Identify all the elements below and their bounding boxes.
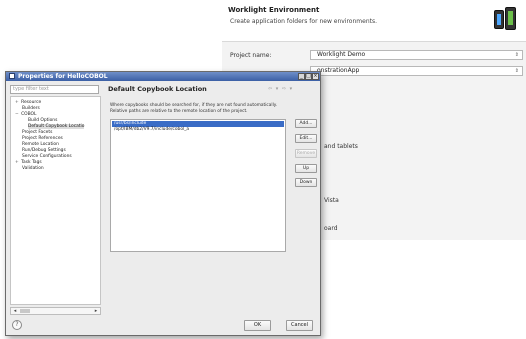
- option-fragment-tablets: and tablets: [324, 143, 358, 150]
- close-button[interactable]: ×: [312, 73, 319, 80]
- down-button[interactable]: Down: [295, 178, 317, 187]
- chevron-down-icon: ⇕: [514, 68, 519, 74]
- cancel-button[interactable]: Cancel: [286, 320, 313, 331]
- tree-item-label: Project References: [22, 136, 63, 141]
- tree-item-builders[interactable]: Builders: [22, 106, 40, 111]
- tree-item-label: Project Facets: [22, 130, 53, 135]
- expand-icon[interactable]: +: [15, 100, 19, 105]
- tree-item-default-copybook-location[interactable]: Default Copybook Locatio: [28, 124, 85, 129]
- tree-item-label: Task Tags: [21, 160, 42, 165]
- minimize-button[interactable]: _: [298, 73, 305, 80]
- window-icon: [9, 73, 15, 79]
- scroll-right-icon[interactable]: ▸: [92, 308, 100, 314]
- page-title: Default Copybook Location: [108, 85, 207, 93]
- tree-item-remote-location[interactable]: Remote Location: [22, 142, 59, 147]
- tree-item-service-configurations[interactable]: Service Configurations: [22, 154, 72, 159]
- collapse-icon[interactable]: −: [15, 112, 19, 117]
- filter-input[interactable]: type filter text: [10, 85, 99, 94]
- copybook-paths-list: /usr/bs/include /opt/IBM/db2/V9.7/includ…: [110, 119, 286, 252]
- properties-dialog: Properties for HelloCOBOL _ □ × type fil…: [5, 71, 321, 336]
- wizard-subtitle: Create application folders for new envir…: [230, 18, 378, 25]
- tree-item-label: Default Copybook Locatio: [28, 124, 85, 129]
- scroll-left-icon[interactable]: ◂: [11, 308, 19, 314]
- edit-button[interactable]: Edit...: [295, 134, 317, 143]
- dialog-titlebar[interactable]: Properties for HelloCOBOL _ □ ×: [6, 72, 320, 81]
- dialog-title: Properties for HelloCOBOL: [18, 73, 108, 80]
- tree-item-run-debug-settings[interactable]: Run/Debug Settings: [22, 148, 66, 153]
- maximize-button[interactable]: □: [305, 73, 312, 80]
- tree-item-build-options[interactable]: Build Options: [28, 118, 57, 123]
- page-description: Where copybooks should be searched for, …: [110, 103, 315, 115]
- list-item[interactable]: /opt/IBM/db2/V9.7/include/cobol_a: [112, 127, 284, 133]
- application-combo[interactable]: onstrationApp ⇕: [310, 66, 523, 76]
- wizard-header: Worklight Environment Create application…: [222, 0, 526, 42]
- property-tree: + Resource Builders − COBOL Build Option…: [10, 96, 101, 305]
- up-button[interactable]: Up: [295, 164, 317, 173]
- tree-item-label: Service Configurations: [22, 154, 72, 159]
- tree-item-label: Resource: [21, 100, 42, 105]
- tree-item-validation[interactable]: Validation: [22, 166, 44, 171]
- android-phone-icon: [505, 7, 516, 30]
- tree-item-label: Builders: [22, 106, 40, 111]
- remove-button[interactable]: Remove: [295, 149, 317, 158]
- tree-item-label: COBOL: [21, 112, 37, 117]
- chevron-down-icon: ⇕: [514, 52, 519, 58]
- ok-button[interactable]: OK: [244, 320, 271, 331]
- tree-item-label: Run/Debug Settings: [22, 148, 66, 153]
- wizard-title: Worklight Environment: [228, 6, 320, 14]
- tree-item-project-references[interactable]: Project References: [22, 136, 63, 141]
- expand-icon[interactable]: +: [15, 160, 19, 165]
- tree-item-task-tags[interactable]: + Task Tags: [15, 160, 42, 165]
- application-combo-value: onstrationApp: [317, 67, 360, 74]
- tree-item-resource[interactable]: + Resource: [15, 100, 41, 105]
- add-button[interactable]: Add...: [295, 119, 317, 128]
- tree-item-label: Remote Location: [22, 142, 59, 147]
- project-name-value: Worklight Demo: [317, 51, 366, 58]
- tree-item-cobol[interactable]: − COBOL: [15, 112, 36, 117]
- tree-item-label: Build Options: [28, 118, 58, 123]
- help-icon[interactable]: ?: [12, 320, 22, 330]
- iphone-icon: [494, 10, 504, 29]
- option-fragment-board: oard: [324, 225, 338, 232]
- scrollbar-thumb[interactable]: [20, 309, 30, 313]
- description-line: Relative paths are relative to the remot…: [110, 109, 248, 114]
- tree-item-project-facets[interactable]: Project Facets: [22, 130, 52, 135]
- project-name-label: Project name:: [230, 52, 272, 59]
- page-nav-arrows-icon[interactable]: ⇦ ▾ ⇨ ▾: [268, 86, 293, 92]
- option-fragment-vista: Vista: [324, 197, 339, 204]
- tree-horizontal-scrollbar[interactable]: ◂ ▸: [10, 307, 101, 315]
- project-name-field[interactable]: Worklight Demo ⇕: [310, 50, 523, 60]
- tree-item-label: Validation: [22, 166, 44, 171]
